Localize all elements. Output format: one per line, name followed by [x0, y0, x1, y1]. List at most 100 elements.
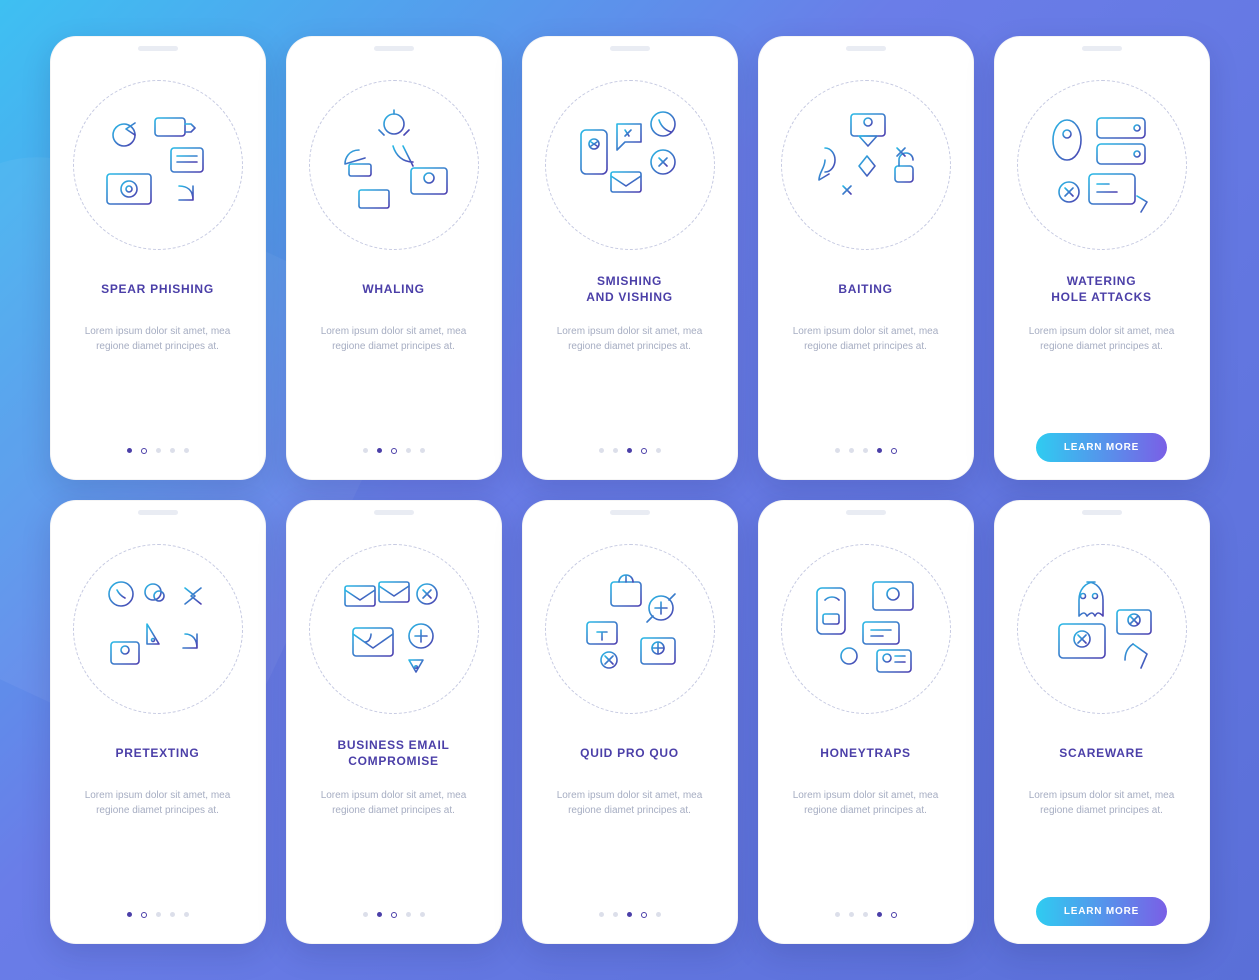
scareware-icon — [1017, 544, 1187, 714]
card-footer — [772, 448, 960, 462]
card-description: Lorem ipsum dolor sit amet, mea regione … — [772, 788, 960, 832]
card-title: WATERING HOLE ATTACKS — [1051, 272, 1151, 306]
pagination-dot-next[interactable] — [891, 912, 897, 918]
target-phishing-icon — [73, 80, 243, 250]
pagination-dot-next[interactable] — [391, 448, 397, 454]
pagination-dots — [127, 448, 189, 462]
card-description: Lorem ipsum dolor sit amet, mea regione … — [300, 788, 488, 832]
learn-more-button[interactable]: LEARN MORE — [1036, 433, 1167, 462]
onboarding-card: QUID PRO QUO Lorem ipsum dolor sit amet, … — [522, 500, 738, 944]
onboarding-card: PRETEXTING Lorem ipsum dolor sit amet, me… — [50, 500, 266, 944]
pagination-dot[interactable] — [406, 912, 411, 917]
smishing-vishing-icon — [545, 80, 715, 250]
pagination-dot[interactable] — [420, 912, 425, 917]
card-title: HONEYTRAPS — [820, 736, 911, 770]
pagination-dot[interactable] — [613, 448, 618, 453]
pagination-dot-next[interactable] — [391, 912, 397, 918]
pagination-dot-active[interactable] — [877, 912, 882, 917]
pagination-dot[interactable] — [656, 448, 661, 453]
onboarding-card: BUSINESS EMAIL COMPROMISE Lorem ipsum dol… — [286, 500, 502, 944]
card-title: SPEAR PHISHING — [101, 272, 214, 306]
bec-icon — [309, 544, 479, 714]
card-title: SCAREWARE — [1059, 736, 1144, 770]
whaling-icon — [309, 80, 479, 250]
pagination-dot-active[interactable] — [377, 448, 382, 453]
card-title: PRETEXTING — [116, 736, 200, 770]
pagination-dots — [363, 912, 425, 926]
card-footer: LEARN MORE — [1008, 897, 1196, 926]
pagination-dot-active[interactable] — [127, 912, 132, 917]
pagination-dot[interactable] — [363, 448, 368, 453]
pagination-dot[interactable] — [420, 448, 425, 453]
card-description: Lorem ipsum dolor sit amet, mea regione … — [536, 788, 724, 832]
pagination-dot[interactable] — [863, 912, 868, 917]
onboarding-card: WHALING Lorem ipsum dolor sit amet, mea r… — [286, 36, 502, 480]
pagination-dot-active[interactable] — [627, 912, 632, 917]
onboarding-card: SPEAR PHISHING Lorem ipsum dolor sit amet… — [50, 36, 266, 480]
card-footer: LEARN MORE — [1008, 433, 1196, 462]
onboarding-card: HONEYTRAPS Lorem ipsum dolor sit amet, me… — [758, 500, 974, 944]
quid-pro-quo-icon — [545, 544, 715, 714]
card-description: Lorem ipsum dolor sit amet, mea regione … — [772, 324, 960, 368]
card-title: SMISHING AND VISHING — [586, 272, 673, 306]
card-footer — [64, 448, 252, 462]
pagination-dot[interactable] — [613, 912, 618, 917]
pretexting-icon — [73, 544, 243, 714]
honeytraps-icon — [781, 544, 951, 714]
card-description: Lorem ipsum dolor sit amet, mea regione … — [1008, 324, 1196, 368]
pagination-dot-active[interactable] — [377, 912, 382, 917]
pagination-dot-next[interactable] — [141, 448, 147, 454]
pagination-dots — [363, 448, 425, 462]
pagination-dot-active[interactable] — [627, 448, 632, 453]
pagination-dot[interactable] — [849, 448, 854, 453]
card-description: Lorem ipsum dolor sit amet, mea regione … — [300, 324, 488, 368]
onboarding-card: WATERING HOLE ATTACKS Lorem ipsum dolor s… — [994, 36, 1210, 480]
card-footer — [300, 448, 488, 462]
pagination-dot[interactable] — [156, 448, 161, 453]
card-footer — [772, 912, 960, 926]
learn-more-button[interactable]: LEARN MORE — [1036, 897, 1167, 926]
pagination-dot[interactable] — [863, 448, 868, 453]
card-description: Lorem ipsum dolor sit amet, mea regione … — [64, 788, 252, 832]
pagination-dot-next[interactable] — [641, 448, 647, 454]
card-title: BUSINESS EMAIL COMPROMISE — [337, 736, 449, 770]
pagination-dots — [835, 448, 897, 462]
baiting-icon — [781, 80, 951, 250]
pagination-dot[interactable] — [656, 912, 661, 917]
pagination-dot[interactable] — [406, 448, 411, 453]
card-footer — [536, 448, 724, 462]
pagination-dot-next[interactable] — [641, 912, 647, 918]
card-description: Lorem ipsum dolor sit amet, mea regione … — [536, 324, 724, 368]
pagination-dots — [599, 912, 661, 926]
pagination-dot[interactable] — [599, 912, 604, 917]
pagination-dot[interactable] — [184, 912, 189, 917]
pagination-dots — [835, 912, 897, 926]
onboarding-card: SCAREWARE Lorem ipsum dolor sit amet, mea… — [994, 500, 1210, 944]
card-title: QUID PRO QUO — [580, 736, 679, 770]
card-footer — [536, 912, 724, 926]
pagination-dot[interactable] — [170, 448, 175, 453]
pagination-dot-next[interactable] — [141, 912, 147, 918]
pagination-dot[interactable] — [363, 912, 368, 917]
card-footer — [300, 912, 488, 926]
pagination-dot[interactable] — [184, 448, 189, 453]
pagination-dot-active[interactable] — [127, 448, 132, 453]
card-title: WHALING — [362, 272, 424, 306]
pagination-dot-next[interactable] — [891, 448, 897, 454]
pagination-dots — [127, 912, 189, 926]
pagination-dot-active[interactable] — [877, 448, 882, 453]
card-description: Lorem ipsum dolor sit amet, mea regione … — [64, 324, 252, 368]
card-footer — [64, 912, 252, 926]
pagination-dot[interactable] — [156, 912, 161, 917]
pagination-dot[interactable] — [849, 912, 854, 917]
onboarding-card: BAITING Lorem ipsum dolor sit amet, mea r… — [758, 36, 974, 480]
card-description: Lorem ipsum dolor sit amet, mea regione … — [1008, 788, 1196, 832]
pagination-dot[interactable] — [170, 912, 175, 917]
pagination-dot[interactable] — [835, 448, 840, 453]
pagination-dots — [599, 448, 661, 462]
card-title: BAITING — [838, 272, 892, 306]
pagination-dot[interactable] — [599, 448, 604, 453]
watering-hole-icon — [1017, 80, 1187, 250]
onboarding-card: SMISHING AND VISHING Lorem ipsum dolor si… — [522, 36, 738, 480]
pagination-dot[interactable] — [835, 912, 840, 917]
